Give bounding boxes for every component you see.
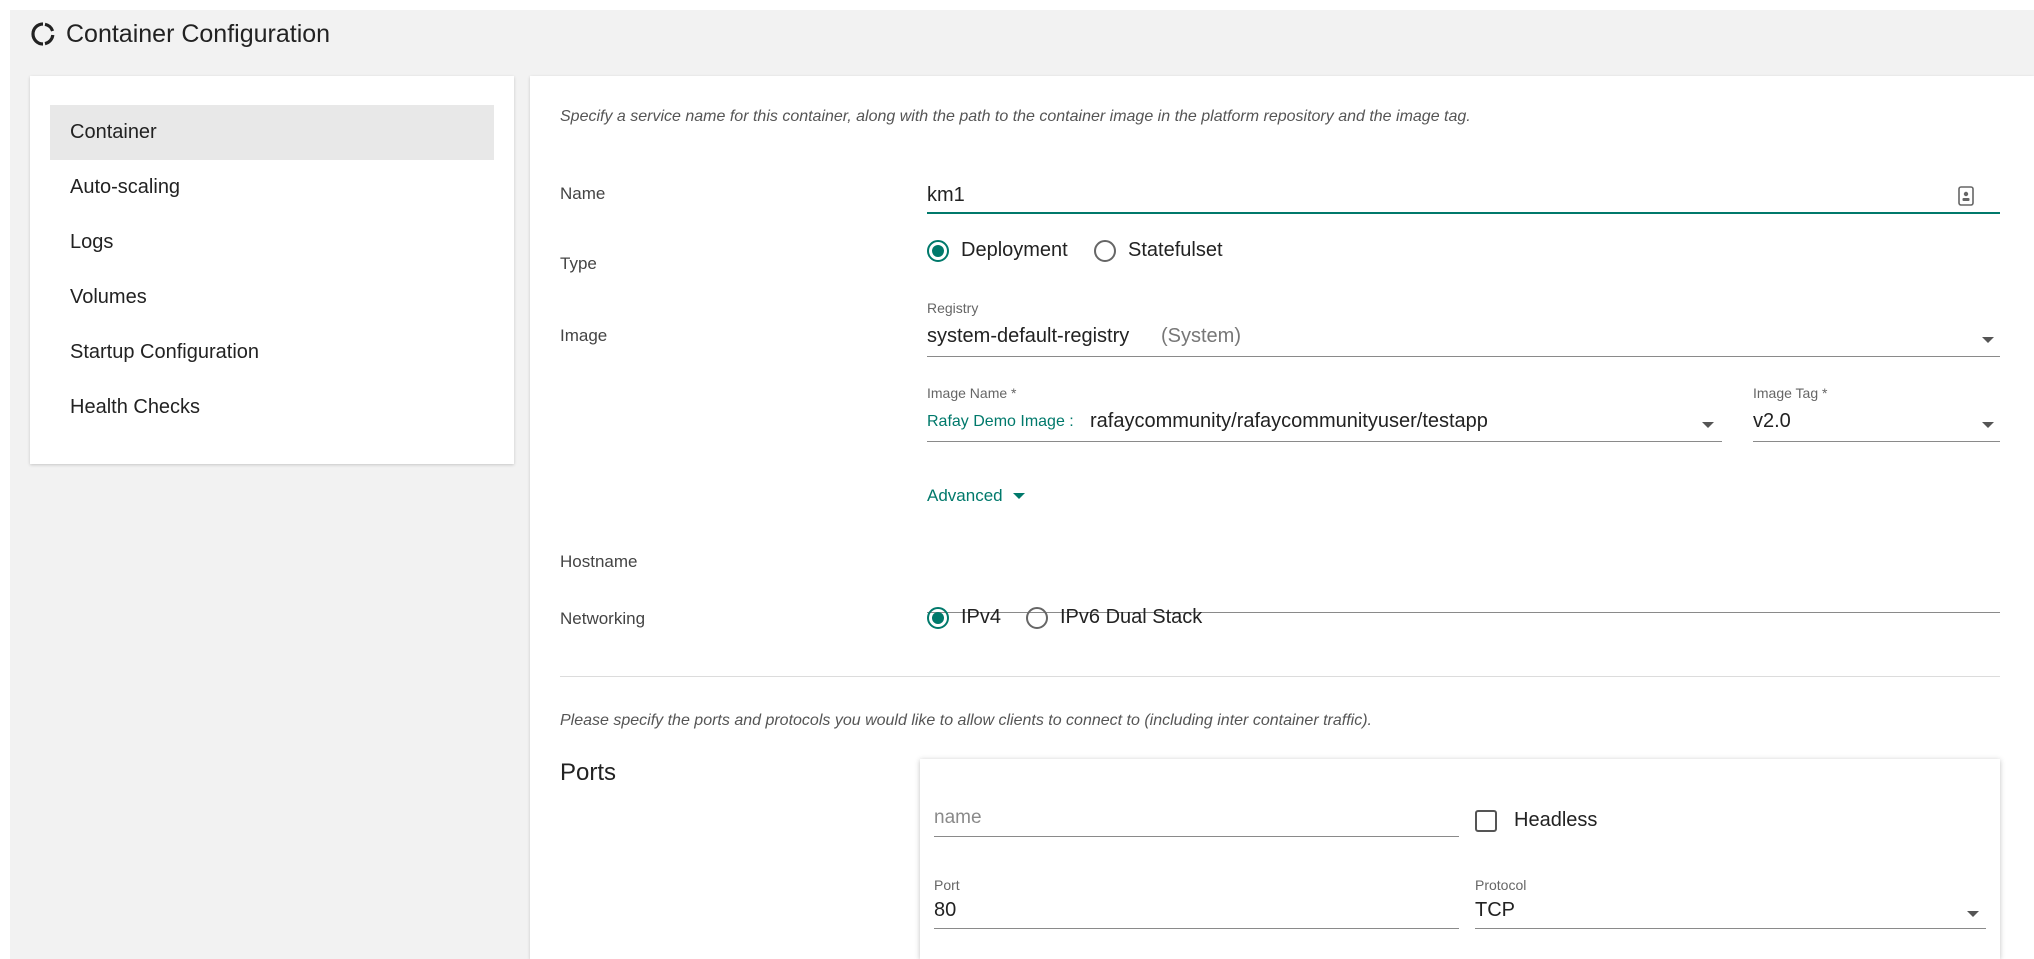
image-tag-field-underline	[1753, 441, 2000, 442]
headless-checkbox[interactable]	[1475, 810, 1497, 832]
registry-dropdown-icon[interactable]	[1982, 337, 1994, 343]
name-field-underline	[927, 212, 2000, 214]
page-header: Container Configuration	[30, 14, 330, 54]
page-title: Container Configuration	[66, 19, 331, 48]
sidebar-item-startup-configuration[interactable]: Startup Configuration	[50, 325, 494, 380]
sidebar-item-volumes[interactable]: Volumes	[50, 270, 494, 325]
port-name-input[interactable]: name	[934, 807, 982, 829]
image-tag-dropdown-icon[interactable]	[1982, 422, 1994, 428]
radio-ipv6-dual-stack[interactable]: IPv6 Dual Stack	[1026, 606, 1202, 629]
image-name-label: Image Name *	[927, 385, 1017, 401]
networking-label: Networking	[560, 609, 646, 628]
image-tag-label: Image Tag *	[1753, 385, 1828, 401]
protocol-select-value[interactable]: TCP	[1475, 899, 1515, 922]
port-card: name Headless Port 80 Protocol TCP	[920, 759, 2000, 959]
advanced-caret-icon	[1012, 493, 1025, 499]
radio-unselected-icon	[1026, 606, 1048, 629]
registry-select-subtext: (System)	[1161, 325, 1241, 347]
radio-statefulset[interactable]: Statefulset	[1094, 239, 1223, 262]
port-label: Port	[934, 877, 960, 893]
radio-ipv4[interactable]: IPv4	[927, 606, 1001, 629]
image-name-select-value[interactable]: rafaycommunity/rafaycommunityuser/testap…	[1090, 410, 1488, 433]
type-label: Type	[560, 254, 597, 273]
intro-text: Specify a service name for this containe…	[560, 108, 1471, 125]
ports-heading: Ports	[560, 759, 617, 786]
radio-ipv6-label: IPv6 Dual Stack	[1060, 606, 1203, 628]
registry-select-value[interactable]: system-default-registry	[927, 325, 1129, 348]
radio-deployment-label: Deployment	[961, 239, 1068, 261]
image-name-dropdown-icon[interactable]	[1702, 422, 1714, 428]
sidebar-item-auto-scaling[interactable]: Auto-scaling	[50, 160, 494, 215]
port-name-underline	[934, 836, 1459, 837]
sidebar-item-health-checks[interactable]: Health Checks	[50, 380, 494, 435]
radio-selected-icon	[927, 606, 949, 629]
sidebar: Container Auto-scaling Logs Volumes Star…	[30, 76, 514, 464]
port-value-input[interactable]: 80	[934, 899, 956, 922]
radio-unselected-icon	[1094, 239, 1116, 262]
sidebar-item-container[interactable]: Container	[50, 105, 494, 160]
ports-intro-text: Please specify the ports and protocols y…	[560, 712, 1372, 729]
image-name-field-underline	[927, 441, 1722, 442]
registry-field-underline	[927, 356, 2000, 357]
image-label: Image	[560, 326, 608, 345]
image-name-prefix: Rafay Demo Image :	[927, 413, 1074, 430]
radio-selected-icon	[927, 239, 949, 262]
container-form-panel: Specify a service name for this containe…	[530, 76, 2034, 959]
loading-circle-icon	[31, 22, 55, 46]
protocol-label: Protocol	[1475, 877, 1527, 893]
radio-ipv4-label: IPv4	[961, 606, 1002, 628]
left-edge	[0, 0, 10, 959]
port-value-underline	[934, 928, 1459, 929]
advanced-toggle[interactable]: Advanced	[927, 486, 1025, 506]
advanced-label: Advanced	[927, 486, 1003, 505]
name-label: Name	[560, 184, 606, 203]
registry-label: Registry	[927, 300, 979, 316]
headless-label: Headless	[1514, 809, 1598, 831]
sidebar-item-logs[interactable]: Logs	[50, 215, 494, 270]
name-input[interactable]: km1	[927, 184, 965, 207]
radio-statefulset-label: Statefulset	[1128, 239, 1223, 261]
protocol-underline	[1475, 928, 1986, 929]
contact-card-icon[interactable]	[1957, 185, 1975, 207]
protocol-dropdown-icon[interactable]	[1967, 911, 1979, 917]
section-divider	[560, 676, 2000, 677]
image-tag-select-value[interactable]: v2.0	[1753, 410, 1791, 433]
radio-deployment[interactable]: Deployment	[927, 239, 1068, 262]
hostname-label: Hostname	[560, 552, 638, 571]
